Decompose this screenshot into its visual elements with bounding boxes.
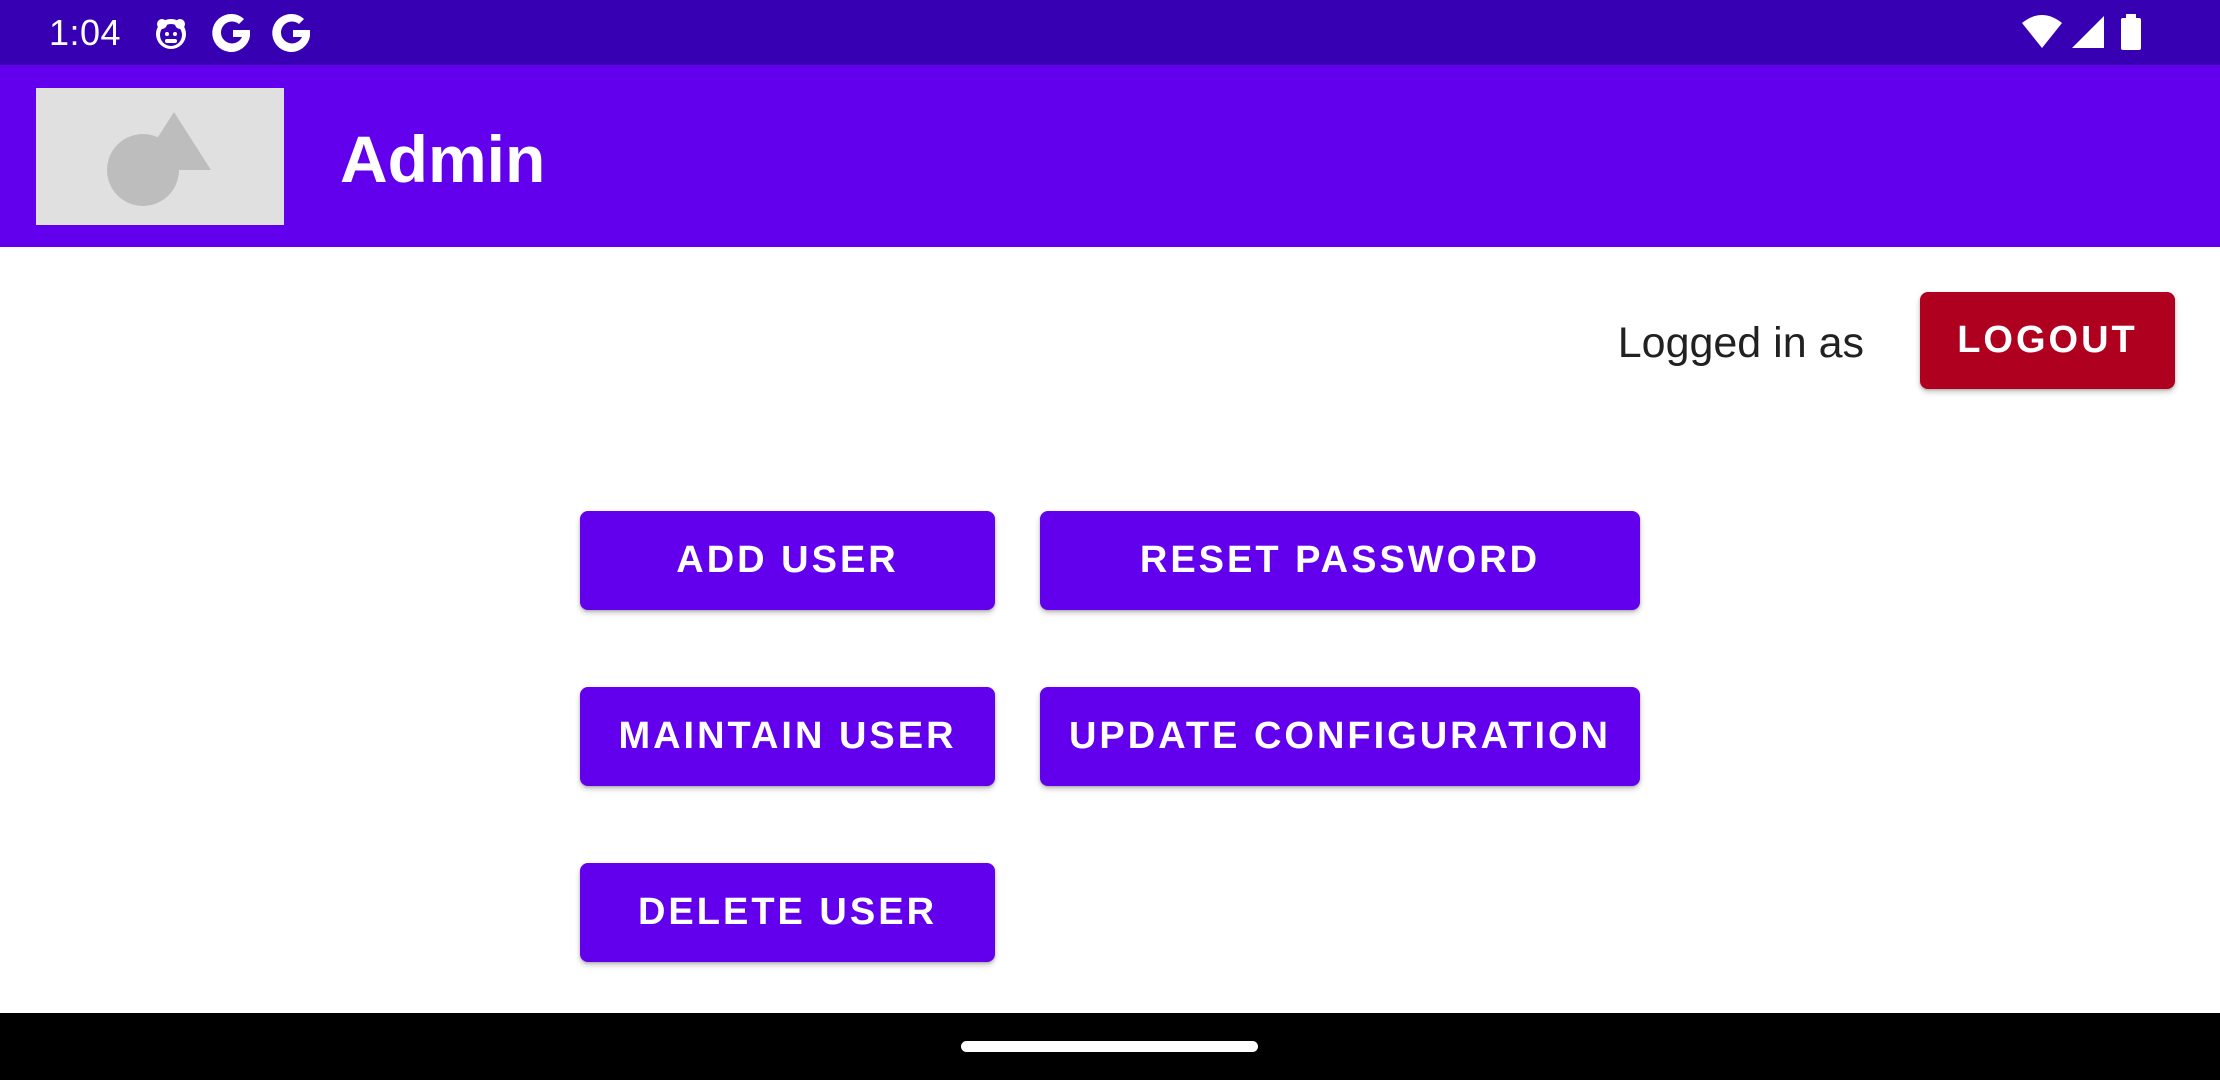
page-title: Admin bbox=[340, 122, 546, 196]
notification-app-icon bbox=[151, 10, 191, 56]
google-icon bbox=[270, 10, 314, 56]
update-configuration-button[interactable]: UPDATE CONFIGURATION bbox=[1040, 687, 1640, 786]
logged-in-label: Logged in as bbox=[1617, 319, 1864, 367]
status-bar: 1:04 bbox=[0, 0, 2220, 65]
app-screen: 1:04 Admin Logged in as LOGOUT ADD USER … bbox=[0, 0, 2220, 1080]
app-bar: Admin bbox=[0, 65, 2220, 247]
status-time: 1:04 bbox=[49, 12, 122, 53]
google-icon bbox=[210, 10, 254, 56]
battery-icon bbox=[2118, 10, 2144, 56]
image-placeholder-icon bbox=[36, 88, 284, 225]
wifi-icon bbox=[2020, 10, 2064, 56]
navigation-bar bbox=[0, 1013, 2220, 1080]
home-gesture-handle[interactable] bbox=[961, 1041, 1258, 1052]
cell-signal-icon bbox=[2068, 10, 2108, 56]
reset-password-button[interactable]: RESET PASSWORD bbox=[1040, 511, 1640, 610]
add-user-button[interactable]: ADD USER bbox=[580, 511, 995, 610]
maintain-user-button[interactable]: MAINTAIN USER bbox=[580, 687, 995, 786]
delete-user-button[interactable]: DELETE USER bbox=[580, 863, 995, 962]
logout-button[interactable]: LOGOUT bbox=[1920, 292, 2175, 389]
